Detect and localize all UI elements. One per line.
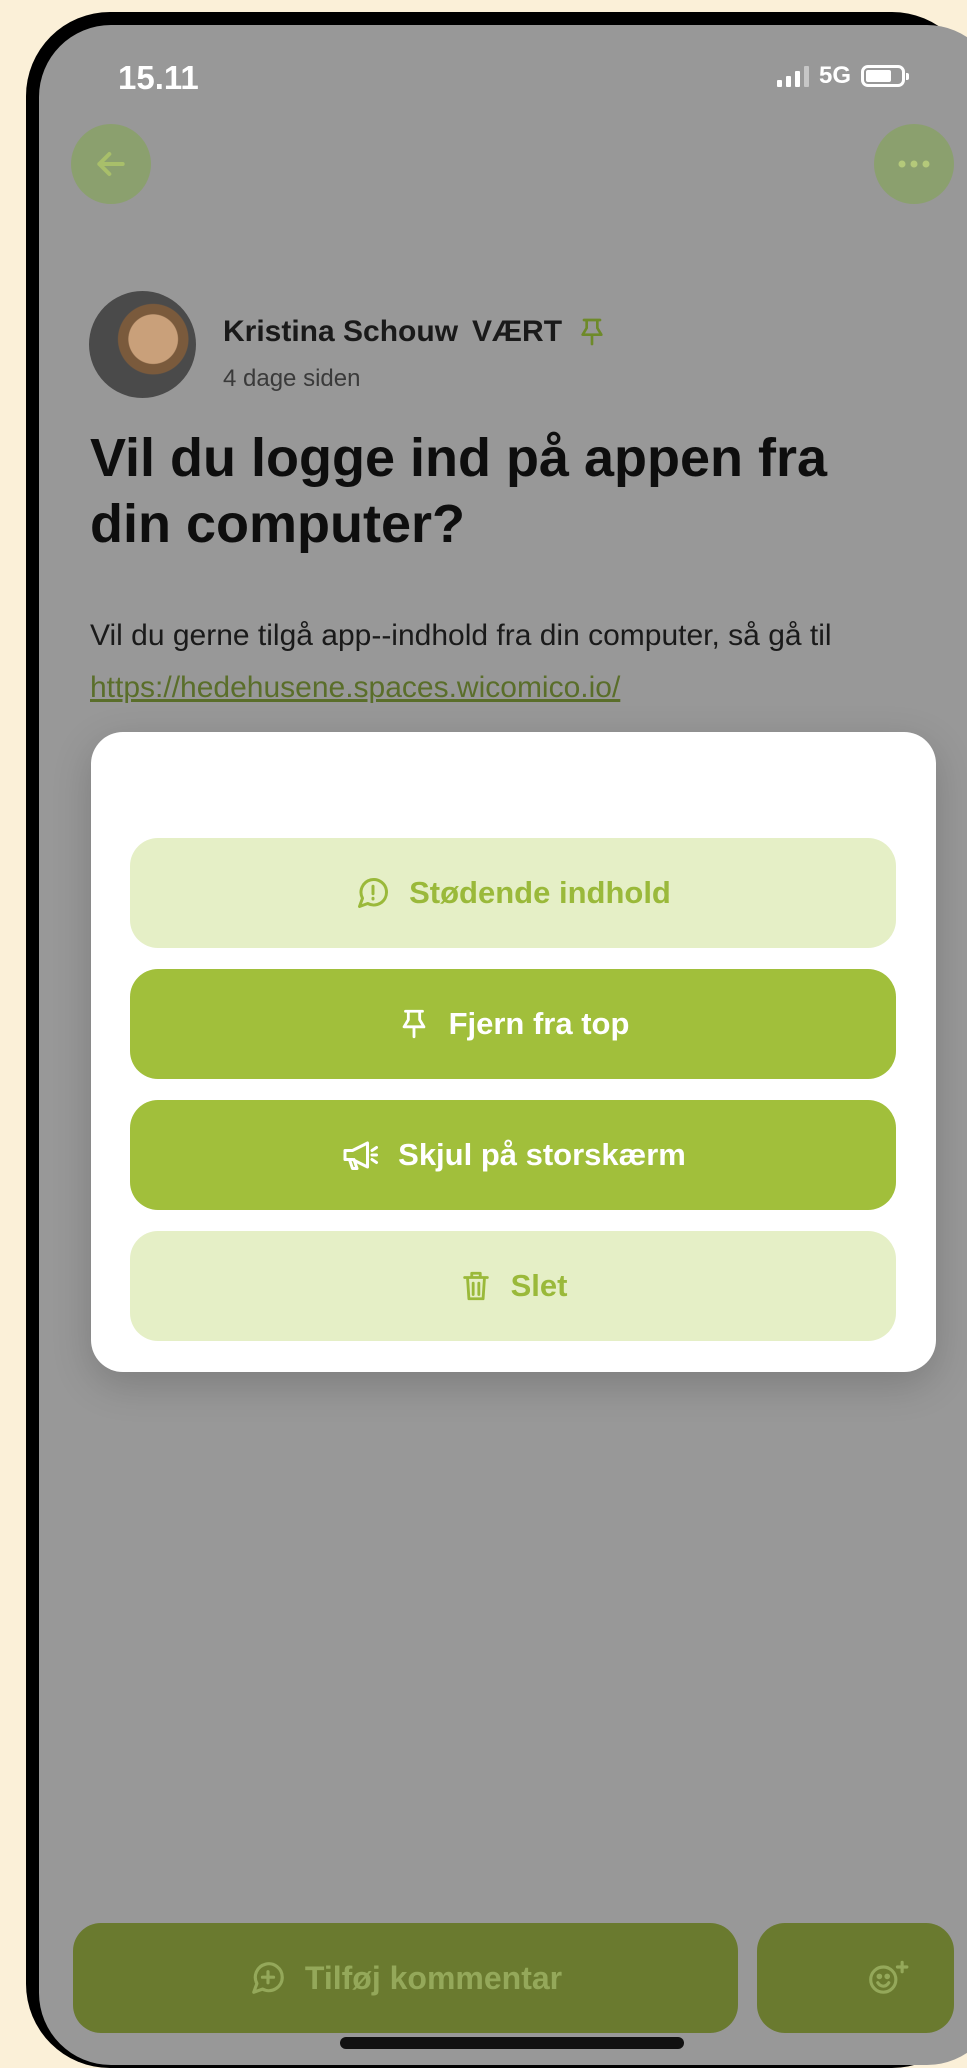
arrow-left-icon: [97, 152, 125, 176]
network-label: 5G: [819, 62, 852, 89]
hide-on-bigscreen-button[interactable]: Skjul på storskærm: [130, 1100, 896, 1210]
app-screen: 15.11 5G Kristina Schouw VÆRT 4 dage sid…: [39, 25, 967, 2065]
avatar[interactable]: [89, 291, 196, 398]
post-timestamp: 4 dage siden: [223, 365, 361, 392]
megaphone-icon: [343, 1141, 379, 1170]
trash-icon: [462, 1271, 489, 1301]
post-body: Vil du gerne tilgå app--indhold fra din …: [90, 610, 920, 714]
report-content-button[interactable]: Stødende indhold: [130, 838, 896, 948]
delete-button[interactable]: Slet: [130, 1231, 896, 1341]
report-content-label: Stødende indhold: [409, 875, 671, 910]
status-indicators: 5G: [777, 62, 910, 90]
unpin-label: Fjern fra top: [448, 1006, 630, 1041]
back-button[interactable]: [71, 124, 151, 204]
add-comment-label: Tilføj kommentar: [304, 1959, 563, 1996]
phone-frame: 15.11 5G Kristina Schouw VÆRT 4 dage sid…: [26, 12, 967, 2068]
add-reaction-button[interactable]: [757, 1923, 954, 2033]
battery-icon: [861, 65, 910, 87]
pin-icon: [402, 1009, 425, 1039]
actions-sheet: Stødende indhold Fjern fra top Skjul på …: [91, 732, 936, 1372]
post-body-text: Vil du gerne tilgå app--indhold fra din …: [90, 619, 832, 652]
delete-label: Slet: [510, 1268, 568, 1303]
hide-on-bigscreen-label: Skjul på storskærm: [398, 1137, 686, 1172]
emoji-add-icon: [869, 1960, 909, 1994]
more-options-button[interactable]: [874, 124, 954, 204]
author-row: Kristina Schouw VÆRT: [223, 314, 608, 350]
host-badge: VÆRT: [472, 315, 563, 348]
signal-icon: [777, 65, 809, 87]
post-title: Vil du logge ind på appen fra din comput…: [90, 428, 828, 554]
unpin-button[interactable]: Fjern fra top: [130, 969, 896, 1079]
ellipsis-icon: [898, 160, 930, 168]
report-icon: [358, 878, 389, 908]
author-name[interactable]: Kristina Schouw: [223, 315, 458, 349]
home-indicator[interactable]: [340, 2037, 684, 2049]
add-comment-icon: [252, 1962, 284, 1994]
post-link[interactable]: https://hedehusene.spaces.wicomico.io/: [90, 671, 620, 704]
add-comment-button[interactable]: Tilføj kommentar: [73, 1923, 738, 2033]
pin-icon: [581, 318, 603, 346]
status-time: 15.11: [118, 59, 199, 96]
